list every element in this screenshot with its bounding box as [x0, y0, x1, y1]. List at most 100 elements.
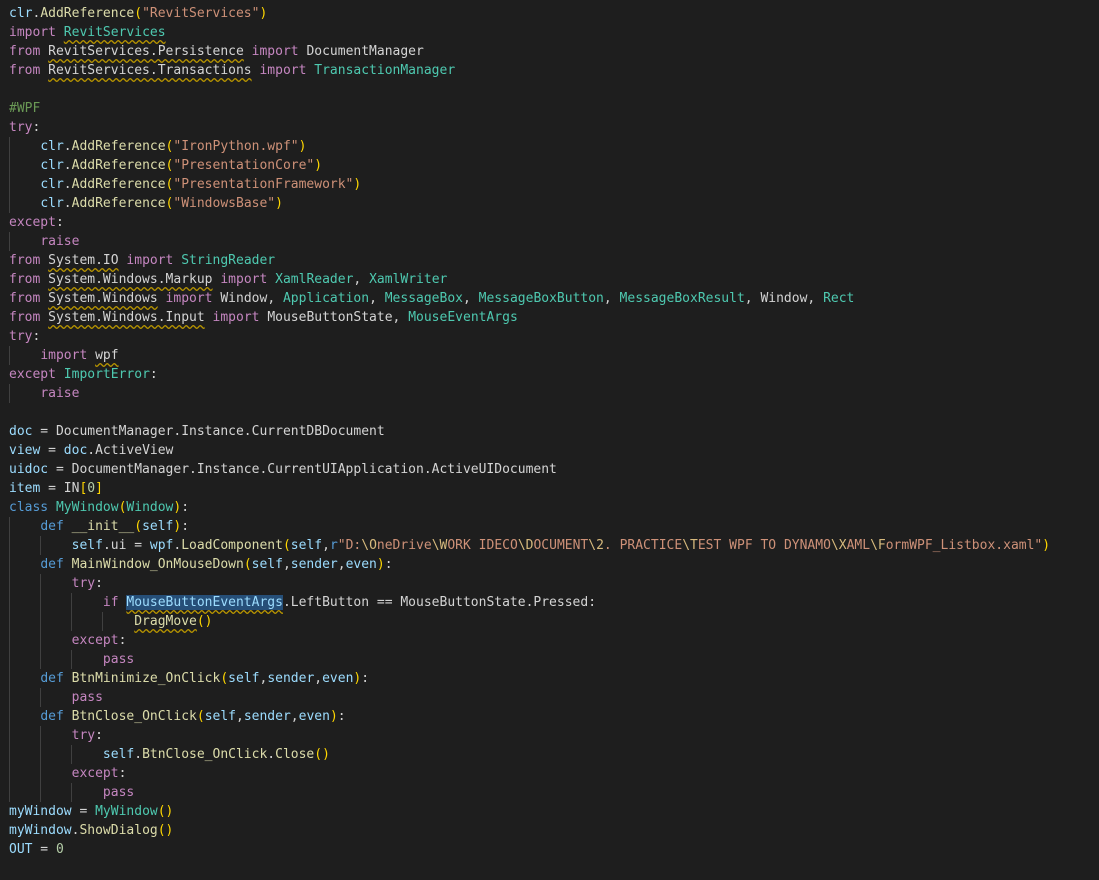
code-token: = DocumentManager.Instance.CurrentDBDocu…: [32, 424, 385, 439]
code-token: 0: [87, 481, 96, 496]
code-token: XamlReader: [275, 272, 354, 287]
indent-guide: [9, 232, 10, 251]
code-token: .: [63, 177, 72, 192]
code-line[interactable]: doc = DocumentManager.Instance.CurrentDB…: [0, 422, 1099, 441]
code-line[interactable]: pass: [0, 650, 1099, 669]
code-token: ,: [744, 291, 761, 306]
code-line[interactable]: raise: [0, 232, 1099, 251]
code-token: doc: [63, 443, 88, 458]
code-token: ): [259, 6, 268, 21]
code-line[interactable]: DragMove(): [0, 612, 1099, 631]
code-line[interactable]: except:: [0, 631, 1099, 650]
indent-guide: [9, 783, 10, 802]
code-token: ]: [95, 481, 103, 496]
code-token: .: [63, 139, 72, 154]
code-line[interactable]: clr.AddReference("RevitServices"): [0, 4, 1099, 23]
code-token: (): [314, 747, 330, 762]
code-token: r: [329, 538, 338, 553]
code-line[interactable]: [0, 80, 1099, 99]
code-token: \T: [682, 538, 698, 553]
code-token: ): [353, 177, 362, 192]
code-token: (): [157, 823, 174, 838]
code-line[interactable]: clr.AddReference("PresentationCore"): [0, 156, 1099, 175]
code-token: ,: [603, 291, 620, 306]
code-token: from: [9, 253, 49, 268]
code-token: ,: [353, 272, 370, 287]
code-line[interactable]: myWindow = MyWindow(): [0, 802, 1099, 821]
code-line[interactable]: if MouseButtonEventArgs.LeftButton == Mo…: [0, 593, 1099, 612]
code-token: import: [9, 25, 64, 40]
code-editor[interactable]: clr.AddReference("RevitServices") import …: [0, 0, 1099, 880]
code-line[interactable]: pass: [0, 783, 1099, 802]
code-token: MouseEventArgs: [408, 310, 518, 325]
code-token: import: [118, 253, 182, 268]
code-token: :: [55, 215, 64, 230]
code-line[interactable]: except:: [0, 213, 1099, 232]
code-token: AddReference: [71, 158, 166, 173]
code-token: from: [9, 310, 49, 325]
code-line[interactable]: from RevitServices.Persistence import Do…: [0, 42, 1099, 61]
code-token: self: [228, 671, 260, 686]
code-token: from: [9, 291, 49, 306]
code-line[interactable]: self.ui = wpf.LoadComponent(self,r"D:\On…: [0, 536, 1099, 555]
code-line[interactable]: item = IN[0]: [0, 479, 1099, 498]
code-token: System.Windows.Input: [48, 310, 205, 325]
code-line[interactable]: uidoc = DocumentManager.Instance.Current…: [0, 460, 1099, 479]
code-token: neDrive: [376, 538, 432, 553]
code-line[interactable]: [0, 403, 1099, 422]
code-line[interactable]: def BtnMinimize_OnClick(self,sender,even…: [0, 669, 1099, 688]
code-line[interactable]: try:: [0, 118, 1099, 137]
code-line[interactable]: from System.IO import StringReader: [0, 251, 1099, 270]
indent-guide: [9, 669, 10, 688]
code-line[interactable]: try:: [0, 726, 1099, 745]
code-token: ,: [290, 709, 299, 724]
code-line[interactable]: import RevitServices: [0, 23, 1099, 42]
code-line[interactable]: myWindow.ShowDialog(): [0, 821, 1099, 840]
code-line[interactable]: self.BtnClose_OnClick.Close(): [0, 745, 1099, 764]
code-token: import: [157, 291, 221, 306]
code-line[interactable]: view = doc.ActiveView: [0, 441, 1099, 460]
code-line[interactable]: from RevitServices.Transactions import T…: [0, 61, 1099, 80]
indent-guide: [9, 156, 10, 175]
code-token: wpf: [149, 538, 174, 553]
code-line[interactable]: from System.Windows.Input import MouseBu…: [0, 308, 1099, 327]
code-line[interactable]: #WPF: [0, 99, 1099, 118]
code-token: .: [134, 747, 143, 762]
code-token: except: [9, 215, 56, 230]
indent-guide: [9, 650, 10, 669]
code-line[interactable]: def MainWindow_OnMouseDown(self,sender,e…: [0, 555, 1099, 574]
code-line[interactable]: clr.AddReference("IronPython.wpf"): [0, 137, 1099, 156]
indent-guide: [71, 745, 72, 764]
indent-guide: [9, 555, 10, 574]
code-line[interactable]: import wpf: [0, 346, 1099, 365]
code-token: ImportError: [63, 367, 150, 382]
code-line[interactable]: pass: [0, 688, 1099, 707]
code-line[interactable]: clr.AddReference("PresentationFramework"…: [0, 175, 1099, 194]
code-token: import: [243, 44, 307, 59]
code-token: System.IO: [48, 253, 119, 268]
code-line[interactable]: from System.Windows import Window, Appli…: [0, 289, 1099, 308]
code-line[interactable]: except:: [0, 764, 1099, 783]
code-line[interactable]: except ImportError:: [0, 365, 1099, 384]
code-token: MouseButtonState: [267, 310, 393, 325]
code-line[interactable]: def BtnClose_OnClick(self,sender,even):: [0, 707, 1099, 726]
code-token: OCUMENT: [533, 538, 589, 553]
indent-guide: [71, 612, 72, 631]
code-line[interactable]: OUT = 0: [0, 840, 1099, 859]
code-line[interactable]: try:: [0, 327, 1099, 346]
code-line[interactable]: raise: [0, 384, 1099, 403]
indent-guide: [9, 536, 10, 555]
code-line[interactable]: from System.Windows.Markup import XamlRe…: [0, 270, 1099, 289]
code-line[interactable]: clr.AddReference("WindowsBase"): [0, 194, 1099, 213]
code-line[interactable]: try:: [0, 574, 1099, 593]
code-line[interactable]: def __init__(self):: [0, 517, 1099, 536]
code-line[interactable]: class MyWindow(Window):: [0, 498, 1099, 517]
code-token: (: [196, 709, 205, 724]
code-token: 0: [55, 842, 64, 857]
code-token: MessageBoxButton: [478, 291, 604, 306]
code-token: "WindowsBase": [173, 196, 276, 211]
